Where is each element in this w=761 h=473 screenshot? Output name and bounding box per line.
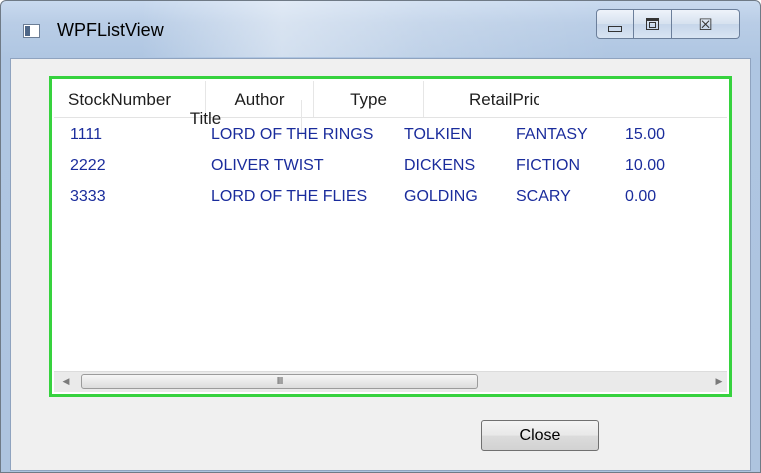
cell-stocknumber: 3333 — [70, 188, 106, 205]
cell-type: SCARY — [516, 188, 571, 205]
cell-type: FANTASY — [516, 126, 588, 143]
caption-buttons: ☒ — [596, 9, 740, 39]
list-row[interactable]: 2222 OLIVER TWIST DICKENS FICTION 10.00 — [54, 152, 727, 183]
close-window-button[interactable]: ☒ — [672, 9, 740, 39]
horizontal-scrollbar[interactable]: ◀ III ▶ — [54, 371, 727, 392]
scroll-right-arrow-icon[interactable]: ▶ — [709, 372, 727, 392]
scrollbar-grip-icon: III — [276, 376, 284, 387]
maximize-icon — [646, 18, 659, 30]
title-bar-glass — [141, 1, 611, 57]
cell-title: LORD OF THE FLIES — [211, 188, 368, 205]
cell-stocknumber: 2222 — [70, 157, 106, 174]
list-row[interactable]: 3333 LORD OF THE FLIES GOLDING SCARY 0.0… — [54, 183, 727, 214]
cell-author: DICKENS — [404, 157, 476, 174]
cell-author: TOLKIEN — [404, 126, 473, 143]
column-header-type[interactable]: Type — [314, 81, 424, 117]
cell-type: FICTION — [516, 157, 580, 174]
close-button[interactable]: Close — [481, 420, 599, 451]
title-bar[interactable]: WPFListView ☒ — [1, 1, 760, 57]
list-view-content: StockNumber Title Author Type RetailPric… — [54, 81, 727, 392]
cell-retailprice: 10.00 — [625, 157, 666, 174]
column-header-retailprice[interactable]: RetailPric — [424, 81, 539, 117]
cell-retailprice: 15.00 — [625, 126, 666, 143]
window-title: WPFListView — [57, 20, 164, 40]
list-rows: 1111 LORD OF THE RINGS TOLKIEN FANTASY 1… — [54, 121, 727, 214]
column-header-row: StockNumber Title Author Type RetailPric — [54, 81, 727, 136]
cell-title: OLIVER TWIST — [211, 157, 324, 174]
cell-retailprice: 0.00 — [625, 188, 657, 205]
list-view[interactable]: StockNumber Title Author Type RetailPric… — [49, 76, 732, 397]
minimize-button[interactable] — [596, 9, 634, 39]
cell-stocknumber: 1111 — [70, 126, 103, 143]
list-row[interactable]: 1111 LORD OF THE RINGS TOLKIEN FANTASY 1… — [54, 121, 727, 152]
app-window-icon[interactable] — [23, 24, 40, 38]
close-icon: ☒ — [698, 14, 713, 34]
scrollbar-thumb[interactable]: III — [81, 374, 478, 389]
scroll-left-arrow-icon[interactable]: ◀ — [56, 372, 76, 392]
cell-author: GOLDING — [404, 188, 478, 205]
minimize-icon — [608, 26, 622, 32]
maximize-button[interactable] — [634, 9, 672, 39]
cell-title: LORD OF THE RINGS — [211, 126, 374, 143]
